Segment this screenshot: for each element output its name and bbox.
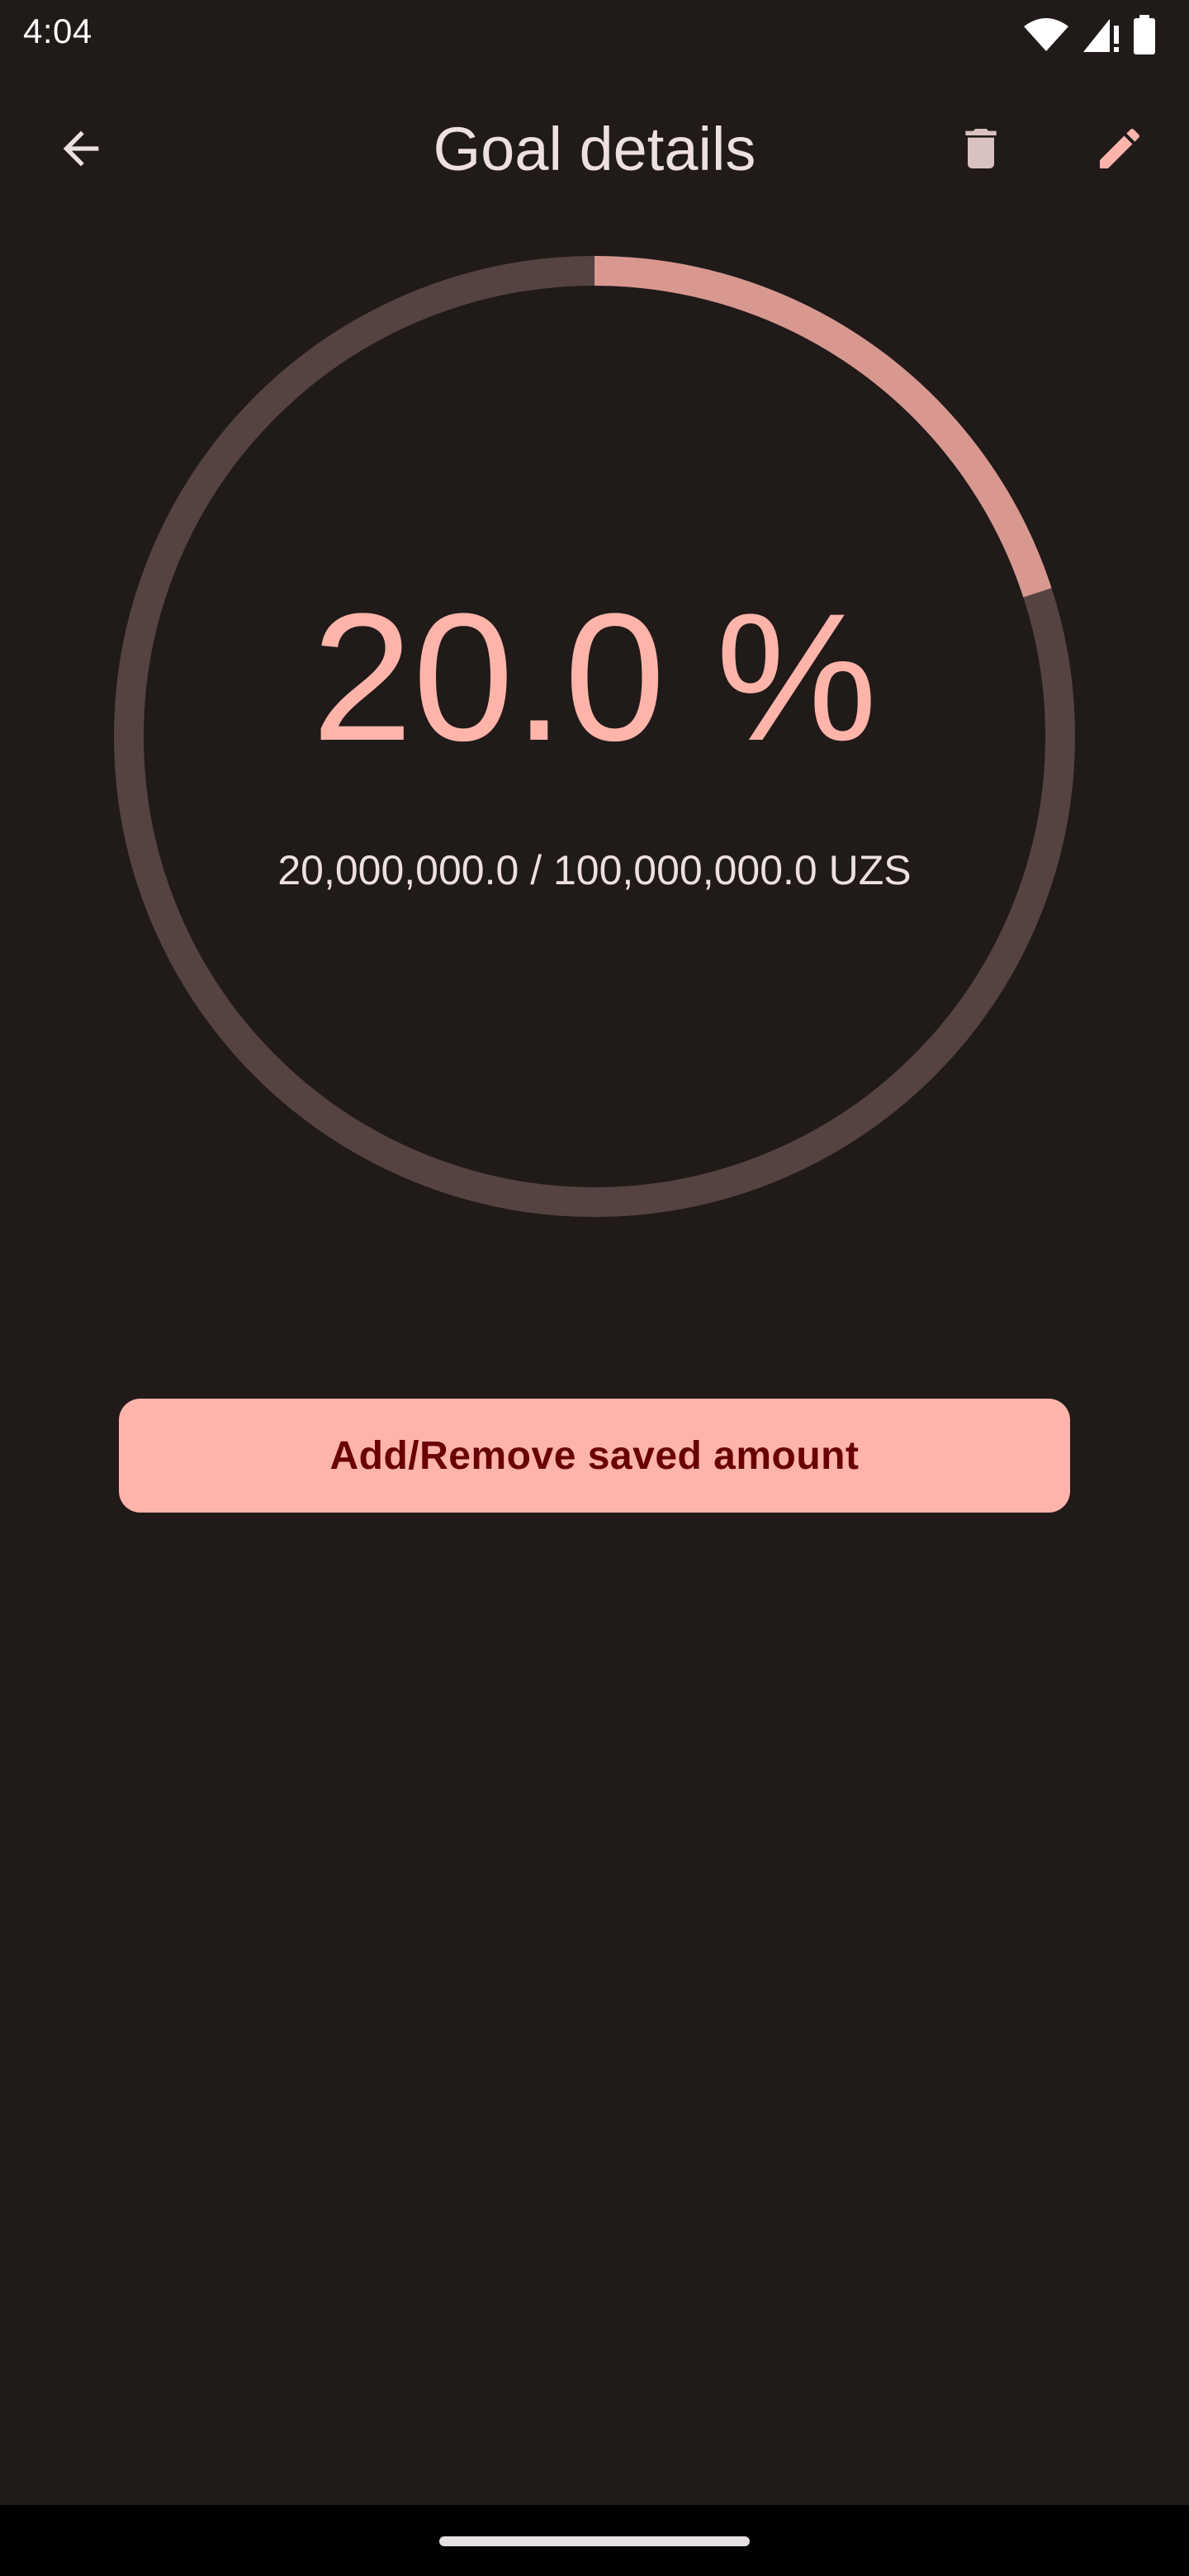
system-navigation-bar	[0, 2505, 1189, 2576]
wifi-icon	[1022, 17, 1070, 53]
status-icons	[1022, 15, 1156, 54]
trash-icon	[955, 122, 1007, 179]
status-time: 4:04	[23, 12, 92, 50]
goal-progress-ring: 20.0 % 20,000,000.0 / 100,000,000.0 UZS	[114, 256, 1075, 1217]
gesture-handle[interactable]	[439, 2536, 750, 2546]
progress-percent: 20.0 %	[311, 575, 878, 779]
saved-amount: 20,000,000.0 / 100,000,000.0 UZS	[277, 847, 912, 893]
pencil-icon	[1093, 122, 1146, 179]
status-bar: 4:04	[0, 0, 1189, 69]
add-remove-button-label: Add/Remove saved amount	[329, 1433, 860, 1478]
delete-button[interactable]	[931, 101, 1030, 200]
edit-button[interactable]	[1070, 101, 1169, 200]
top-app-bar: Goal details	[0, 83, 1189, 218]
add-remove-saved-amount-button[interactable]: Add/Remove saved amount	[119, 1399, 1070, 1513]
battery-icon	[1133, 15, 1156, 54]
signal-icon	[1082, 16, 1121, 54]
goal-details-screen: 4:04 Goal details 20.0 % 20,000,000.0 / …	[0, 0, 1189, 2576]
